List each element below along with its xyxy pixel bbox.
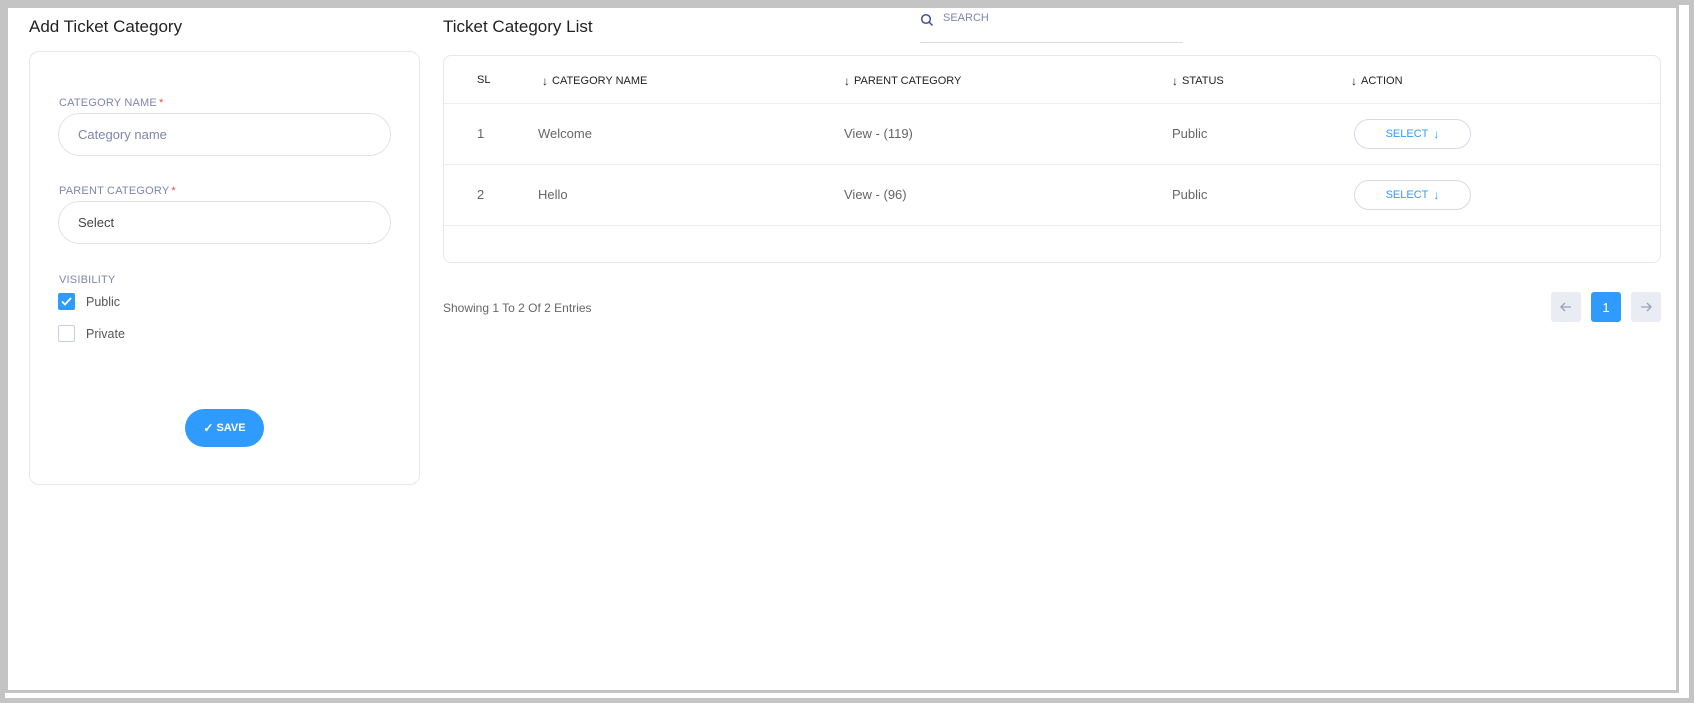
private-label: Private (86, 326, 125, 341)
page-button-current[interactable]: 1 (1591, 292, 1621, 322)
cell-category-name: Hello (538, 187, 568, 202)
cell-sl: 2 (477, 187, 485, 202)
arrow-right-icon (1641, 302, 1652, 312)
cell-status: Public (1172, 187, 1208, 202)
parent-category-label: PARENT CATEGORY * (59, 185, 176, 197)
search-input[interactable] (943, 12, 1163, 24)
category-name-label-text: CATEGORY NAME (59, 97, 157, 109)
column-header-status-label: STATUS (1182, 75, 1224, 87)
column-header-action-label: ACTION (1361, 75, 1403, 87)
check-icon (61, 297, 72, 306)
next-page-button[interactable] (1631, 292, 1661, 322)
select-action-label: SELECT (1385, 189, 1429, 201)
required-mark: * (158, 97, 164, 109)
visibility-label: VISIBILITY (59, 274, 116, 286)
category-name-label: CATEGORY NAME * (59, 97, 163, 109)
cell-parent-category[interactable]: View - (96) (844, 187, 907, 202)
required-mark: * (171, 185, 176, 197)
category-list-title: Ticket Category List (443, 17, 593, 36)
prev-page-button[interactable] (1551, 292, 1581, 322)
arrow-down-icon: ↓ (1351, 74, 1357, 88)
visibility-option-private[interactable]: Private (58, 325, 125, 342)
search-bar[interactable] (920, 12, 1183, 43)
column-header-category-name-label: CATEGORY NAME (552, 75, 648, 87)
parent-category-select[interactable]: Select (58, 201, 391, 244)
cell-status: Public (1172, 126, 1208, 141)
column-header-category-name[interactable]: ↓ CATEGORY NAME (542, 74, 647, 88)
add-category-form: CATEGORY NAME* PARENT CATEGORY* Select V… (29, 51, 420, 485)
cell-category-name: Welcome (538, 126, 592, 141)
save-button-label: SAVE (216, 422, 246, 434)
row-divider (444, 164, 1660, 165)
visibility-option-public[interactable]: Public (58, 293, 120, 310)
arrow-down-icon: ↓ (1433, 127, 1440, 141)
add-category-title: Add Ticket Category (29, 17, 183, 36)
row-divider (444, 103, 1660, 104)
column-header-action[interactable]: ↓ ACTION (1351, 74, 1403, 88)
arrow-left-icon (1560, 302, 1571, 312)
arrow-down-icon: ↓ (844, 74, 850, 88)
column-header-status[interactable]: ↓ STATUS (1172, 74, 1224, 88)
save-button[interactable]: ✓ SAVE (185, 409, 264, 447)
column-header-sl-label: SL (477, 74, 491, 86)
arrow-down-icon: ↓ (1172, 74, 1178, 88)
category-table: SL ↓ CATEGORY NAME ↓ PARENT CATEGORY ↓ S… (443, 55, 1661, 263)
current-page-number: 1 (1602, 299, 1610, 315)
column-header-parent-category[interactable]: ↓ PARENT CATEGORY (844, 74, 961, 88)
select-action-button[interactable]: SELECT ↓ (1354, 119, 1471, 149)
category-name-input[interactable] (78, 127, 390, 142)
entries-summary: Showing 1 To 2 Of 2 Entries (443, 301, 592, 315)
public-label: Public (86, 294, 121, 309)
select-action-label: SELECT (1385, 128, 1429, 140)
public-checkbox[interactable] (58, 293, 75, 310)
column-header-sl[interactable]: SL (477, 74, 490, 86)
private-checkbox[interactable] (58, 325, 75, 342)
select-action-button[interactable]: SELECT ↓ (1354, 180, 1471, 210)
parent-category-selected: Select (78, 215, 115, 230)
category-name-field[interactable] (58, 113, 391, 156)
check-icon: ✓ (203, 421, 214, 435)
row-divider (444, 225, 1660, 226)
arrow-down-icon: ↓ (542, 74, 548, 88)
parent-category-label-text: PARENT CATEGORY (59, 185, 170, 197)
cell-sl: 1 (477, 126, 485, 141)
arrow-down-icon: ↓ (1433, 188, 1440, 202)
search-icon (920, 13, 934, 27)
cell-parent-category[interactable]: View - (119) (844, 126, 913, 141)
column-header-parent-category-label: PARENT CATEGORY (854, 75, 962, 87)
